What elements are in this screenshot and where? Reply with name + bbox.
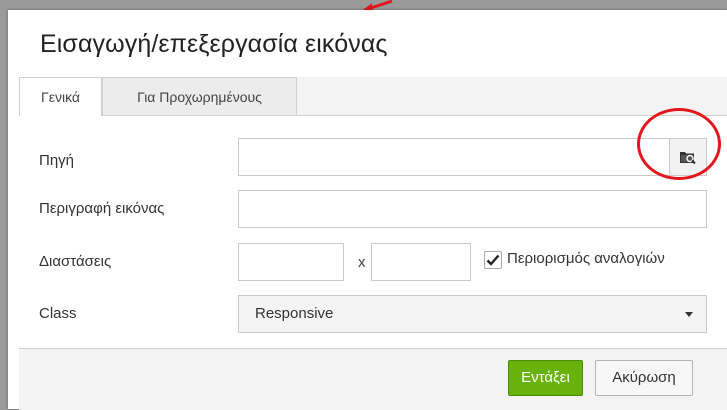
constrain-checkbox[interactable]: [484, 251, 502, 269]
image-dialog: Εισαγωγή/επεξεργασία εικόνας Γενικά Για …: [8, 10, 727, 410]
dialog-footer: Εντάξει Ακύρωση: [19, 348, 727, 410]
description-input[interactable]: [238, 190, 707, 228]
annotation-circle: [637, 108, 721, 180]
class-select-value: Responsive: [255, 305, 334, 322]
source-label: Πηγή: [39, 152, 75, 169]
dimension-separator: x: [358, 254, 366, 271]
source-input[interactable]: [238, 138, 670, 176]
tab-advanced[interactable]: Για Προχωρημένους: [102, 77, 297, 115]
checkmark-icon: [486, 254, 500, 266]
width-input[interactable]: [238, 243, 344, 281]
dialog-body: Πηγή Περιγραφή εικόνας Διαστάσεις x Περι…: [19, 116, 727, 348]
chevron-down-icon: [685, 312, 693, 317]
class-label: Class: [39, 305, 77, 322]
cancel-button[interactable]: Ακύρωση: [595, 360, 693, 396]
dimensions-label: Διαστάσεις: [39, 253, 112, 270]
dialog-title: Εισαγωγή/επεξεργασία εικόνας: [40, 30, 388, 58]
class-select[interactable]: Responsive: [238, 295, 707, 333]
tab-bar: Γενικά Για Προχωρημένους: [19, 77, 727, 116]
constrain-label: Περιορισμός αναλογιών: [507, 250, 665, 267]
description-label: Περιγραφή εικόνας: [39, 200, 165, 217]
ok-button[interactable]: Εντάξει: [508, 360, 583, 396]
height-input[interactable]: [371, 243, 471, 281]
tab-general[interactable]: Γενικά: [19, 77, 102, 116]
